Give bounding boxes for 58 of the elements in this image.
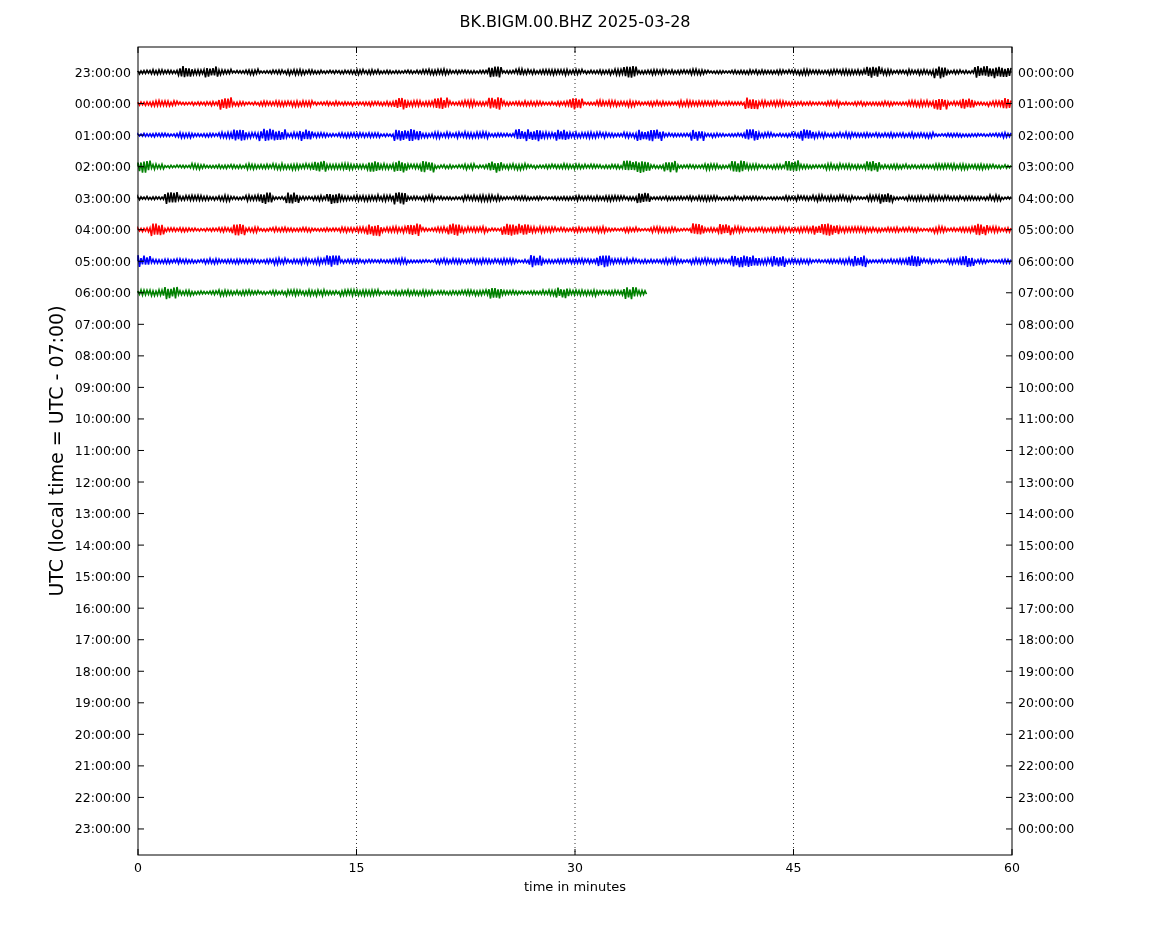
y-tick-label: 19:00:00 xyxy=(74,695,131,711)
y-tick-label: 08:00:00 xyxy=(1018,316,1075,332)
y-tick-label: 21:00:00 xyxy=(74,758,131,774)
y-tick-label: 18:00:00 xyxy=(74,663,131,679)
y-tick-label: 02:00:00 xyxy=(74,159,131,175)
chart-title: BK.BIGM.00.BHZ 2025-03-28 xyxy=(459,12,691,31)
y-tick-label: 03:00:00 xyxy=(1018,159,1075,175)
y-tick-label: 03:00:00 xyxy=(74,190,131,206)
y-tick-label: 14:00:00 xyxy=(1018,506,1075,522)
y-tick-label: 22:00:00 xyxy=(1018,758,1075,774)
y-tick-label: 16:00:00 xyxy=(74,600,131,616)
y-tick-label: 09:00:00 xyxy=(74,379,131,395)
y-tick-label: 00:00:00 xyxy=(1018,821,1075,837)
y-tick-label: 13:00:00 xyxy=(74,506,131,522)
y-tick-label: 15:00:00 xyxy=(1018,537,1075,553)
y-tick-label: 16:00:00 xyxy=(1018,569,1075,585)
y-tick-label: 09:00:00 xyxy=(1018,348,1075,364)
y-tick-label: 19:00:00 xyxy=(1018,663,1075,679)
y-tick-label: 17:00:00 xyxy=(1018,600,1075,616)
y-tick-label: 11:00:00 xyxy=(74,443,131,458)
x-tick-label: 60 xyxy=(1004,860,1020,875)
y-tick-label: 04:00:00 xyxy=(74,222,131,238)
y-tick-label: 12:00:00 xyxy=(74,474,131,490)
y-tick-label: 13:00:00 xyxy=(1018,474,1075,490)
y-tick-label: 23:00:00 xyxy=(1018,789,1075,805)
y-tick-label: 00:00:00 xyxy=(1018,64,1075,80)
y-axis-label: UTC (local time = UTC - 07:00) xyxy=(45,305,67,597)
y-tick-label: 22:00:00 xyxy=(74,789,131,805)
x-tick-label: 0 xyxy=(134,860,142,875)
y-tick-label: 11:00:00 xyxy=(1018,411,1075,427)
y-tick-label: 10:00:00 xyxy=(74,411,131,427)
y-tick-label: 15:00:00 xyxy=(74,569,131,585)
x-tick-label: 15 xyxy=(348,860,365,875)
y-tick-label: 05:00:00 xyxy=(74,253,131,269)
y-tick-label: 06:00:00 xyxy=(74,285,131,301)
y-tick-label: 21:00:00 xyxy=(1018,726,1075,742)
y-tick-label: 02:00:00 xyxy=(1018,127,1075,143)
y-tick-label: 18:00:00 xyxy=(1018,632,1075,648)
y-tick-label: 23:00:00 xyxy=(74,64,131,80)
x-tick-label: 30 xyxy=(567,860,583,875)
y-tick-label: 14:00:00 xyxy=(74,537,131,553)
y-tick-label: 07:00:00 xyxy=(1018,285,1075,301)
y-tick-label: 10:00:00 xyxy=(1018,379,1075,395)
y-tick-label: 01:00:00 xyxy=(1018,96,1075,112)
y-tick-label: 05:00:00 xyxy=(1018,222,1075,238)
x-axis-label: time in minutes xyxy=(523,879,627,894)
y-tick-label: 01:00:00 xyxy=(74,127,131,143)
y-tick-label: 04:00:00 xyxy=(1018,190,1075,206)
y-tick-label: 23:00:00 xyxy=(74,821,131,837)
y-tick-label: 20:00:00 xyxy=(1018,695,1075,711)
y-tick-label: 17:00:00 xyxy=(74,632,131,648)
x-tick-label: 45 xyxy=(785,860,802,875)
y-tick-label: 00:00:00 xyxy=(74,96,131,112)
y-tick-label: 06:00:00 xyxy=(1018,253,1075,269)
y-tick-label: 12:00:00 xyxy=(1018,443,1075,458)
y-tick-label: 08:00:00 xyxy=(74,348,131,364)
y-tick-label: 20:00:00 xyxy=(74,726,131,742)
y-tick-label: 07:00:00 xyxy=(74,316,131,332)
